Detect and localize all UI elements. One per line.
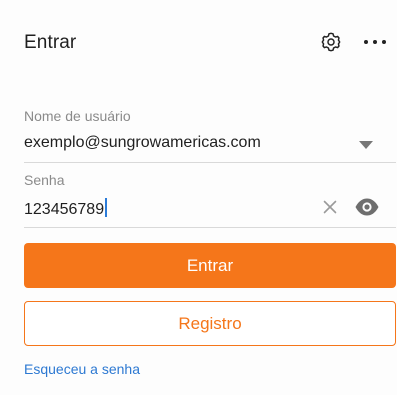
close-icon[interactable] [321,198,339,216]
triangle-down-icon[interactable] [359,141,373,149]
page-title: Entrar [24,32,77,53]
password-divider [24,227,396,228]
text-caret [105,198,108,217]
header: Entrar [0,0,397,80]
login-button[interactable]: Entrar [24,243,396,288]
gear-icon[interactable] [318,29,344,55]
username-input[interactable]: exemplo@sungrowamericas.com [24,134,261,152]
more-horizontal-icon[interactable] [361,29,389,55]
register-button[interactable]: Registro [24,301,396,346]
forgot-password-link[interactable]: Esqueceu a senha [24,361,140,377]
password-label: Senha [24,172,65,188]
eye-icon[interactable] [354,197,380,217]
username-label: Nome de usuário [24,108,131,124]
password-input[interactable]: 123456789 [24,198,108,219]
password-value: 123456789 [24,201,105,218]
username-divider [24,162,396,163]
login-screen: Entrar Nome de usuário exemplo@sungrowam… [0,0,397,395]
